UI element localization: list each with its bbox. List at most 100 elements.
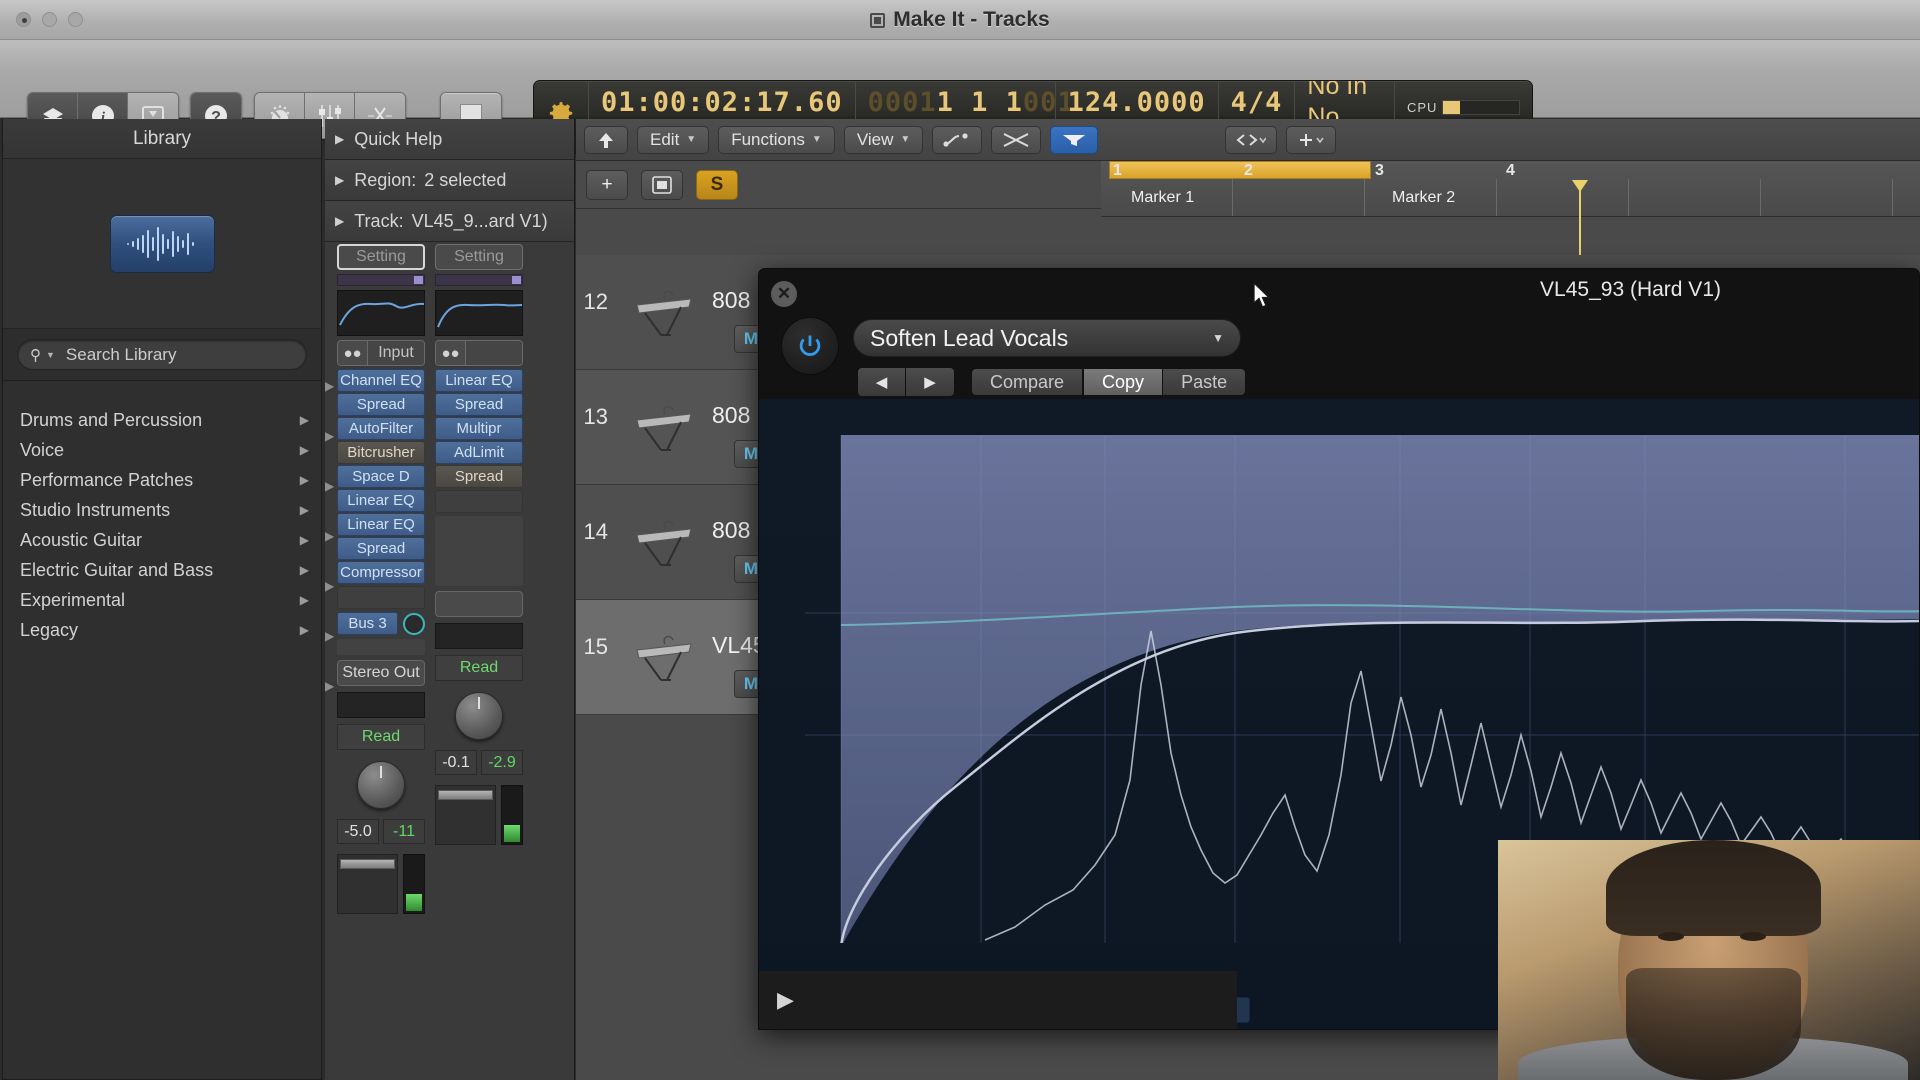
strip-b-empty-slot[interactable] <box>435 490 523 513</box>
next-arrow-icon[interactable]: ▶ <box>906 368 954 396</box>
inspector-track[interactable]: ▶ Track: VL45_9...ard V1) <box>325 201 574 242</box>
strip-a-setting-button[interactable]: Setting <box>337 244 425 270</box>
chevron-right-icon: ▶ <box>299 473 309 487</box>
strip-a-eq-thumb[interactable] <box>337 274 425 286</box>
view-menu-button[interactable]: View ▼ <box>843 125 924 154</box>
crossfade-button[interactable] <box>991 125 1042 154</box>
strip-a-plugin-slot-1[interactable]: Spread <box>337 393 425 416</box>
marker-2-label[interactable]: Marker 2 <box>1392 189 1455 207</box>
strip-a-plugin-slot-0[interactable]: Channel EQ <box>337 369 425 392</box>
cycle-range[interactable] <box>1109 161 1371 179</box>
library-item-0[interactable]: Drums and Percussion ▶ <box>3 405 321 435</box>
cursor-icon <box>1253 282 1271 308</box>
close-icon[interactable]: ✕ <box>771 281 797 307</box>
library-item-4[interactable]: Acoustic Guitar ▶ <box>3 525 321 555</box>
prev-arrow-icon[interactable]: ◀ <box>858 368 906 396</box>
chevron-right-icon: ▶ <box>299 503 309 517</box>
chevron-down-icon: ▼ <box>46 349 55 360</box>
library-item-6[interactable]: Experimental ▶ <box>3 585 321 615</box>
library-item-3[interactable]: Studio Instruments ▶ <box>3 495 321 525</box>
strip-a-automation-mode[interactable]: Read <box>337 724 425 750</box>
inspector-region-value: 2 selected <box>424 169 507 190</box>
arrange-toolbar: Edit ▼ Functions ▼ View ▼ <box>576 119 1920 161</box>
search-input[interactable]: ⚲ ▼ Search Library <box>17 339 307 370</box>
flex-button[interactable] <box>932 125 983 154</box>
control-bar: i ? 01:00:02:17.60 00011 1 1001 124.0000… <box>0 40 1920 154</box>
functions-menu-button[interactable]: Functions ▼ <box>718 125 835 154</box>
inspector-region[interactable]: ▶ Region: 2 selected <box>325 160 574 201</box>
strip-a-plugin-slot-3[interactable]: Bitcrusher <box>337 441 425 464</box>
strip-b-pan-knob[interactable] <box>431 684 527 748</box>
zoom-controls-button[interactable] <box>1225 125 1278 154</box>
strip-a-plugin-slot-8[interactable]: Compressor <box>337 561 425 584</box>
strip-b-output-slot[interactable] <box>435 591 523 617</box>
library-item-2[interactable]: Performance Patches ▶ <box>3 465 321 495</box>
strip-b-eq-curve[interactable] <box>435 290 523 336</box>
bar-ruler[interactable]: 1 2 3 4 Marker 1 Marker 2 <box>1101 161 1920 217</box>
search-placeholder: Search Library <box>65 344 177 364</box>
chevron-down-icon: ▼ <box>900 134 911 145</box>
strip-b-volume-value[interactable]: -0.1 <box>435 750 477 775</box>
add-track-button[interactable]: + <box>586 169 628 200</box>
compare-button[interactable]: Compare <box>971 368 1084 396</box>
strip-a-plugin-slot-7[interactable]: Spread <box>337 537 425 560</box>
strip-b-pan-value[interactable]: -2.9 <box>481 750 523 775</box>
strip-a-group-slot[interactable] <box>337 692 425 718</box>
strip-a-level-meter <box>403 854 425 914</box>
strip-b-plugin-slot-0[interactable]: Linear EQ <box>435 369 523 392</box>
add-track-toolbar-button[interactable] <box>1286 125 1337 154</box>
plugin-preset-name: Soften Lead Vocals <box>870 324 1069 351</box>
strip-a-plugin-slot-5[interactable]: Linear EQ <box>337 489 425 512</box>
title-bar: Make It - Tracks <box>0 0 1920 40</box>
inspector-quick-help[interactable]: ▶ Quick Help <box>325 119 574 160</box>
marker-1-label[interactable]: Marker 1 <box>1131 189 1194 207</box>
library-item-7[interactable]: Legacy ▶ <box>3 615 321 645</box>
flex-icon <box>943 132 968 147</box>
strip-a-plugin-slot-2[interactable]: AutoFilter <box>337 417 425 440</box>
strip-a-empty-send[interactable] <box>337 639 425 655</box>
strip-b-send-area[interactable] <box>435 516 523 586</box>
strip-b-plugin-slot-1[interactable]: Spread <box>435 393 523 416</box>
plugin-preset-menu[interactable]: Soften Lead Vocals ▼ <box>853 319 1241 357</box>
strip-a-send-slot[interactable]: Bus 3 <box>337 612 398 635</box>
inspector-track-value: VL45_9...ard V1) <box>411 210 548 231</box>
hierarchy-up-button[interactable] <box>584 125 628 154</box>
strip-a-plugin-slot-6[interactable]: Linear EQ <box>337 513 425 536</box>
webcam-overlay <box>1498 840 1920 1080</box>
plugin-power-button[interactable] <box>781 317 839 375</box>
waveform-icon <box>127 226 194 261</box>
strip-a-output-slot[interactable]: Stereo Out <box>337 660 425 686</box>
library-item-5[interactable]: Electric Guitar and Bass ▶ <box>3 555 321 585</box>
strip-b-fader-row <box>435 785 523 845</box>
strip-a-empty-slot[interactable] <box>337 586 425 609</box>
strip-a-pan-value[interactable]: -11 <box>383 819 425 844</box>
strip-b-group-slot[interactable] <box>435 623 523 649</box>
tempo-value: 124.0000 <box>1067 86 1206 118</box>
solo-button[interactable]: S <box>696 169 738 200</box>
library-title: Library <box>3 119 321 159</box>
copy-button[interactable]: Copy <box>1083 368 1164 396</box>
strip-a-input-slot[interactable]: ●● Input <box>337 340 425 366</box>
strip-b-plugin-slot-2[interactable]: Multipr <box>435 417 523 440</box>
paste-button[interactable]: Paste <box>1163 368 1247 396</box>
strip-b-eq-thumb[interactable] <box>435 274 523 286</box>
strip-b-input-slot[interactable]: ●● <box>435 340 523 366</box>
track-filter-button[interactable] <box>1050 125 1099 154</box>
strip-a-send-knob[interactable] <box>403 612 425 635</box>
waveform-patch-icon[interactable] <box>109 214 215 273</box>
strip-b-fader[interactable] <box>435 785 496 845</box>
strip-a-fader[interactable] <box>337 854 398 914</box>
strip-b-automation-mode[interactable]: Read <box>435 655 523 681</box>
strip-a-plugin-slot-4[interactable]: Space D <box>337 465 425 488</box>
play-icon[interactable]: ▶ <box>777 987 794 1013</box>
strip-b-plugin-slot-4[interactable]: Spread <box>435 465 523 488</box>
strip-a-eq-curve[interactable] <box>337 290 425 336</box>
library-item-label: Legacy <box>20 619 79 640</box>
strip-b-setting-button[interactable]: Setting <box>435 244 523 270</box>
strip-a-volume-value[interactable]: -5.0 <box>337 819 379 844</box>
strip-a-pan-knob[interactable] <box>333 753 429 817</box>
library-item-1[interactable]: Voice ▶ <box>3 435 321 465</box>
strip-b-plugin-slot-3[interactable]: AdLimit <box>435 441 523 464</box>
duplicate-track-button[interactable] <box>641 169 683 200</box>
edit-menu-button[interactable]: Edit ▼ <box>637 125 710 154</box>
